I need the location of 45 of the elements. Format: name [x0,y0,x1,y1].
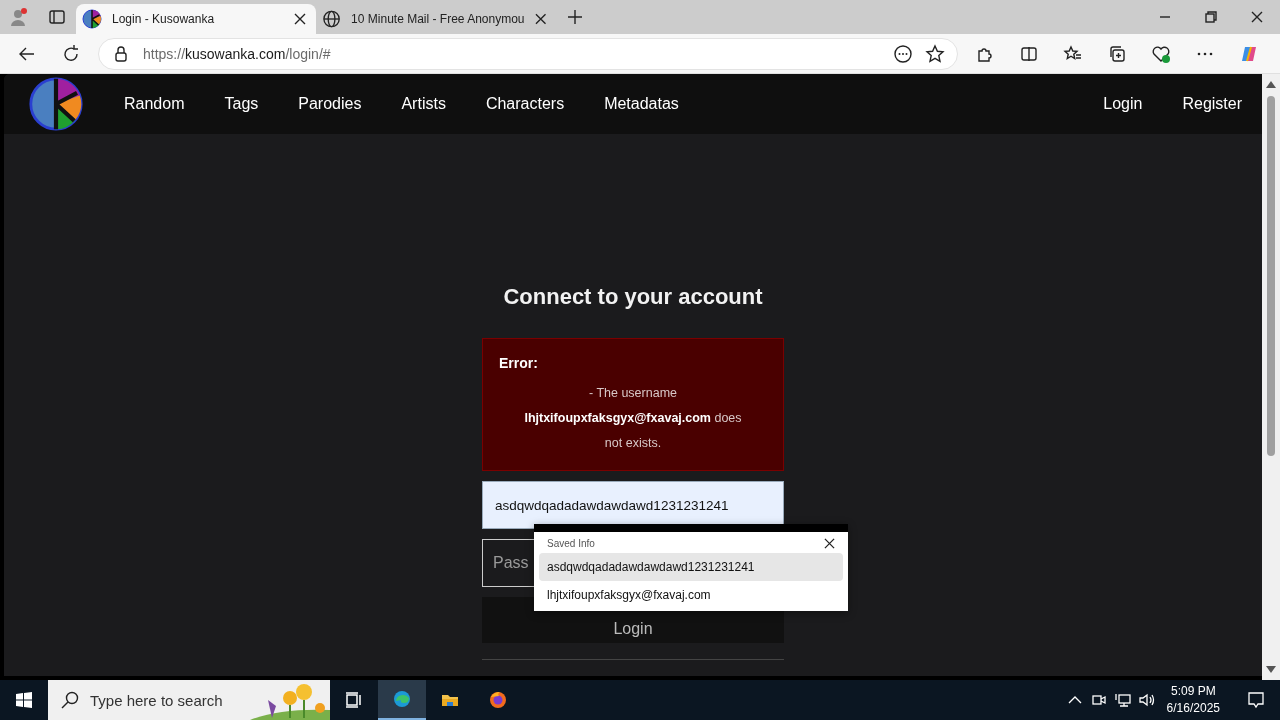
nav-link[interactable]: Artists [401,95,446,113]
site-logo-icon [82,9,102,29]
nav-link[interactable]: Tags [224,95,259,113]
page-heading: Connect to your account [503,284,763,310]
tab-actions-icon [47,7,67,27]
nav-link[interactable]: Register [1182,95,1242,113]
new-tab-icon[interactable] [566,8,584,26]
close-icon[interactable] [824,538,835,549]
star-icon[interactable] [925,43,945,64]
edge-icon [392,689,412,709]
nav-link[interactable]: Random [124,95,185,113]
address-bar[interactable]: https://kusowanka.com/login/# [98,37,958,70]
error-title: Error: [499,355,539,371]
clock-date[interactable]: 6/16/2025 [1166,700,1220,717]
firefox-icon [488,690,508,710]
notification-icon[interactable] [1246,690,1266,710]
search-icon [60,690,80,710]
heart-pulse-icon[interactable] [1151,43,1171,64]
globe-icon [322,9,342,29]
taskbar-search[interactable]: Type here to search [48,680,330,720]
profile-icon [9,7,29,27]
site-logo[interactable] [28,76,84,132]
username-field[interactable]: asdqwdqadadawdawdawd1231231241 [482,481,784,529]
close-icon[interactable] [534,13,546,25]
error-message: - The username lhjtxifoupxfaksgyx@fxavaj.com does not exists. [523,385,743,452]
refresh-icon[interactable] [61,43,81,64]
windows-icon [14,690,34,710]
scroll-down-icon[interactable] [1266,666,1276,674]
browser-tab[interactable]: Login - Kusowanka [76,4,316,34]
nav-link[interactable]: Login [1103,95,1143,113]
scroll-up-icon[interactable] [1266,80,1276,88]
collections-icon[interactable] [1107,43,1127,64]
autofill-suggestion[interactable]: asdqwdqadadawdawdawd1231231241 [539,553,843,581]
task-view-icon [344,690,364,710]
popup-title: Saved Info [547,538,595,549]
more-options-icon[interactable] [893,43,913,64]
close-icon[interactable] [294,13,306,25]
nav-link[interactable]: Characters [485,95,565,113]
clock-time[interactable]: 5:09 PM [1166,683,1220,700]
scrollbar-thumb[interactable] [1267,96,1275,456]
url-text: https://kusowanka.com/login/# [143,45,332,62]
nav-link[interactable]: Parodies [298,95,362,113]
nav-link[interactable]: Metadatas [604,95,679,113]
browser-tab[interactable]: 10 Minute Mail - Free Anonymou [316,4,556,34]
taskbar-app[interactable] [378,680,426,720]
